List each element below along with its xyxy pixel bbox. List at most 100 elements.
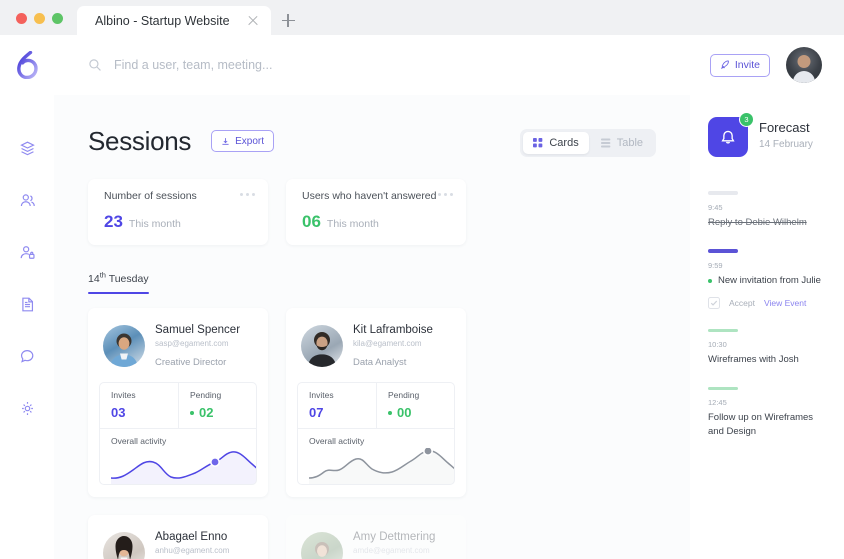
user-role: Data Analyst (353, 357, 407, 368)
check-icon (710, 300, 718, 306)
timeline-text: Reply to Debie Wilhelm (708, 216, 807, 228)
close-window-button[interactable] (16, 13, 27, 24)
stat-value: 23 (104, 211, 123, 231)
sidebar-item-permissions[interactable] (10, 237, 44, 267)
page-title: Sessions (88, 125, 192, 156)
stat-value: 06 (302, 211, 321, 231)
timeline-item[interactable]: 12:45 Follow up on Wireframes and Design (708, 386, 828, 439)
droplet-logo-icon (17, 51, 38, 79)
export-button[interactable]: Export (211, 130, 275, 152)
view-mode-toggle[interactable]: Cards Table (520, 129, 656, 157)
invites-label: Invites (309, 390, 334, 400)
timeline-bar (708, 386, 738, 391)
user-name: Kit Laframboise (353, 324, 433, 336)
view-event-link[interactable]: View Event (764, 298, 806, 308)
left-sidebar (0, 35, 54, 559)
pending-value: 02 (199, 405, 214, 420)
view-mode-table[interactable]: Table (591, 132, 653, 154)
ellipsis-icon[interactable] (438, 190, 453, 196)
notification-badge: 3 (739, 112, 754, 127)
browser-chrome: Albino - Startup Website (0, 0, 844, 35)
accept-checkbox[interactable] (708, 296, 720, 309)
app-logo[interactable] (0, 35, 54, 95)
app-shell: Find a user, team, meeting... Invite Ses… (0, 35, 844, 559)
timeline-item[interactable]: 9:45 Reply to Debie Wilhelm (708, 191, 828, 229)
users-icon (20, 193, 35, 206)
user-card[interactable]: Abagael Enno anhu@egament.com Product Ma… (88, 515, 268, 559)
avatar (103, 325, 145, 367)
timeline-item[interactable]: 9:59 New invitation from Julie Accept Vi… (708, 249, 828, 309)
invites-stat: Invites 03 (100, 383, 178, 428)
status-dot (190, 410, 194, 415)
sidebar-item-layers[interactable] (10, 133, 44, 163)
timeline-text: New invitation from Julie (718, 274, 821, 286)
user-email: kila@egament.com (353, 339, 422, 348)
download-icon (222, 137, 229, 145)
close-icon[interactable] (245, 13, 261, 29)
main-column: Find a user, team, meeting... Invite Ses… (54, 35, 844, 559)
user-stats: Invites 07 Pending 00 Overall activity (297, 382, 455, 485)
grid-icon (533, 138, 543, 148)
user-email: sasp@egament.com (155, 339, 229, 348)
forecast-panel: 3 Forecast 14 February 9:45 Reply to Deb… (690, 95, 844, 559)
content-row: Sessions Export Cards Table Number of se… (54, 95, 844, 559)
browser-tab[interactable]: Albino - Startup Website (77, 6, 271, 35)
avatar (103, 532, 145, 559)
pending-value-wrap: 00 (388, 405, 454, 420)
search-bar[interactable]: Find a user, team, meeting... (88, 58, 710, 72)
day-tab-14[interactable]: 14th Tuesday (88, 269, 149, 294)
timeline-item[interactable]: 10:30 Wireframes with Josh (708, 328, 828, 367)
document-icon (21, 297, 33, 311)
user-card[interactable]: Samuel Spencer sasp@egament.com Creative… (88, 308, 268, 497)
user-card[interactable]: Kit Laframboise kila@egament.com Data An… (286, 308, 466, 497)
plus-icon[interactable] (271, 6, 305, 35)
status-dot (708, 278, 712, 283)
timeline-bar (708, 191, 738, 195)
accept-label[interactable]: Accept (729, 298, 755, 308)
minimize-window-button[interactable] (34, 13, 45, 24)
timeline-text: Follow up on Wireframes and Design (708, 412, 814, 438)
sidebar-item-messages[interactable] (10, 341, 44, 371)
invites-label: Invites (111, 390, 136, 400)
timeline-actions: Accept View Event (708, 296, 828, 309)
day-tabs: 14th Tuesday (88, 269, 656, 294)
table-icon (600, 138, 611, 148)
maximize-window-button[interactable] (52, 13, 63, 24)
forecast-timeline: 9:45 Reply to Debie Wilhelm 9:59 New inv… (708, 191, 828, 439)
browser-window: Albino - Startup Website Find a user, te… (0, 0, 844, 559)
avatar[interactable] (786, 47, 822, 83)
timeline-bar (708, 328, 738, 333)
timeline-time: 9:45 (708, 202, 723, 212)
ellipsis-icon[interactable] (240, 190, 255, 196)
user-stats: Invites 03 Pending 02 Overall activity (99, 382, 257, 485)
layers-icon (19, 141, 35, 155)
stat-cards: Number of sessions 23 This month Users w… (88, 179, 656, 245)
window-controls[interactable] (0, 13, 77, 35)
tab-title: Albino - Startup Website (95, 13, 230, 28)
sidebar-item-documents[interactable] (10, 289, 44, 319)
user-name: Abagael Enno (155, 531, 228, 543)
activity-label: Overall activity (309, 436, 365, 446)
top-bar: Find a user, team, meeting... Invite (54, 35, 844, 95)
user-lock-icon (20, 245, 35, 259)
search-input[interactable]: Find a user, team, meeting... (114, 58, 272, 72)
stat-subtitle: This month (128, 217, 181, 230)
sidebar-item-users[interactable] (10, 185, 44, 215)
gear-icon (21, 401, 33, 415)
sparkline-chart (309, 448, 454, 484)
pending-stat: Pending 02 (178, 383, 256, 428)
invite-button[interactable]: Invite (709, 53, 770, 77)
stat-card: Users who haven't answered 06 This month (286, 179, 466, 245)
view-mode-cards-label: Cards (549, 137, 579, 149)
view-mode-cards[interactable]: Cards (523, 132, 589, 154)
stat-subtitle: This month (326, 217, 379, 230)
avatar (301, 325, 343, 367)
sidebar-item-settings[interactable] (10, 393, 44, 423)
user-name: Samuel Spencer (155, 324, 241, 336)
export-label: Export (235, 135, 265, 147)
invite-label: Invite (734, 59, 760, 71)
user-card[interactable]: Amy Dettmering amde@egament.com Project … (286, 515, 466, 559)
invites-stat: Invites 07 (298, 383, 376, 428)
page-header: Sessions Export Cards Table (88, 125, 656, 157)
stat-label: Users who haven't answered (302, 190, 437, 202)
